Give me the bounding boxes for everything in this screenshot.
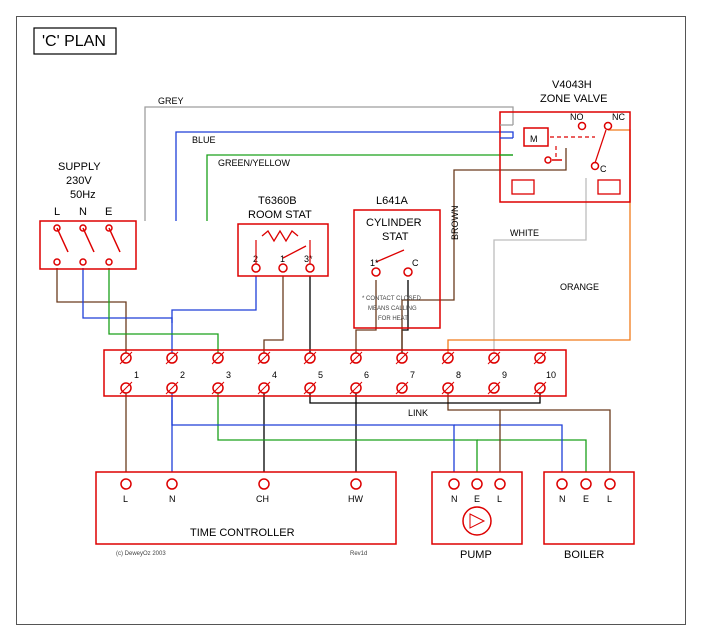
tc-HW: HW — [348, 494, 363, 504]
valve-c-term — [592, 163, 599, 170]
valve-NC: NC — [612, 112, 625, 122]
valve-no-term — [579, 123, 586, 130]
svg-text:9: 9 — [502, 370, 507, 380]
junction-terminals: 1 2 3 4 5 6 7 8 9 10 — [120, 352, 556, 394]
wire-rs2-N — [172, 276, 256, 323]
label-white: WHITE — [510, 228, 539, 238]
diagram-page: 'C' PLAN GREY BLUE GREEN/YELLOW — [0, 0, 702, 641]
cs-note3: FOR HEAT — [378, 316, 408, 322]
wire-supply-L-j1 — [57, 268, 126, 353]
svg-text:7: 7 — [410, 370, 415, 380]
wire-j7-valve — [402, 148, 566, 353]
rs-t3: 3* — [304, 254, 313, 264]
cs-tC: C — [412, 258, 419, 268]
svg-text:2: 2 — [180, 370, 185, 380]
valve-C: C — [600, 164, 607, 174]
pump-L: L — [497, 494, 502, 504]
svg-text:5: 5 — [318, 370, 323, 380]
supply-voltage: 230V — [66, 175, 92, 187]
cylstat-label1: CYLINDER — [366, 217, 422, 229]
wiring-diagram: 'C' PLAN GREY BLUE GREEN/YELLOW — [0, 0, 702, 641]
boiler-label: BOILER — [564, 549, 604, 561]
supply-E: E — [105, 206, 112, 218]
svg-text:3: 3 — [226, 370, 231, 380]
wire-j8-boiler-L — [500, 410, 610, 472]
tc-CH: CH — [256, 494, 269, 504]
supply-L: L — [54, 206, 60, 218]
footer-rev: Rev1d — [350, 551, 367, 557]
title-text: 'C' PLAN — [42, 33, 106, 50]
valve-label: ZONE VALVE — [540, 93, 607, 105]
cs-note1: * CONTACT CLOSED — [362, 296, 421, 302]
tc-N: N — [169, 494, 176, 504]
valve-M: M — [530, 134, 538, 144]
label-grey: GREY — [158, 96, 184, 106]
cs-note2: MEANS CALLING — [368, 306, 417, 312]
valve-NO: NO — [570, 112, 584, 122]
svg-text:10: 10 — [546, 370, 556, 380]
valve-model: V4043H — [552, 79, 592, 91]
svg-text:1: 1 — [134, 370, 139, 380]
svg-text:8: 8 — [456, 370, 461, 380]
wire-pumpE-boilerE — [477, 440, 586, 472]
svg-text:6: 6 — [364, 370, 369, 380]
timectl-label: TIME CONTROLLER — [190, 527, 295, 539]
pump-icon — [463, 507, 491, 535]
valve-nc-term — [605, 123, 612, 130]
pump-label: PUMP — [460, 549, 492, 561]
label-green: GREEN/YELLOW — [218, 158, 291, 168]
supply-N: N — [79, 206, 87, 218]
tc-L: L — [123, 494, 128, 504]
boiler-L: L — [607, 494, 612, 504]
wire-rs1-j4 — [264, 276, 283, 353]
footer-copy: (c) DeweyOz 2003 — [116, 551, 166, 557]
label-brown: BROWN — [450, 206, 460, 241]
wire-blue-supply — [176, 132, 513, 221]
wire-j8-pump-L — [448, 393, 500, 472]
boiler-N: N — [559, 494, 566, 504]
supply-label: SUPPLY — [58, 161, 101, 173]
label-orange: ORANGE — [560, 282, 599, 292]
svg-text:4: 4 — [272, 370, 277, 380]
cs-t1: 1* — [370, 258, 379, 268]
wire-cs1-j6 — [356, 280, 376, 353]
wire-j3-pump-E — [218, 393, 477, 472]
cylstat-label2: STAT — [382, 231, 409, 243]
valve-body-1 — [512, 180, 534, 194]
wire-pumpN-boilerN — [454, 425, 562, 472]
wire-j9-valve-white — [494, 178, 586, 353]
wire-link — [310, 393, 540, 403]
supply-switches — [54, 225, 120, 265]
valve-switch — [595, 130, 606, 163]
label-blue: BLUE — [192, 135, 216, 145]
roomstat-model: T6360B — [258, 195, 297, 207]
pump-E: E — [474, 494, 480, 504]
boiler-E: E — [583, 494, 589, 504]
cylstat-model: L641A — [376, 195, 408, 207]
roomstat-resistor — [262, 231, 298, 241]
junction-link: LINK — [408, 408, 428, 418]
wire-grey — [145, 107, 513, 221]
rs-t1: 1 — [280, 254, 285, 264]
valve-body-2 — [598, 180, 620, 194]
supply-freq: 50Hz — [70, 189, 96, 201]
pump-N: N — [451, 494, 458, 504]
wire-supply-N-j2 — [83, 268, 172, 353]
roomstat-label: ROOM STAT — [248, 209, 312, 221]
